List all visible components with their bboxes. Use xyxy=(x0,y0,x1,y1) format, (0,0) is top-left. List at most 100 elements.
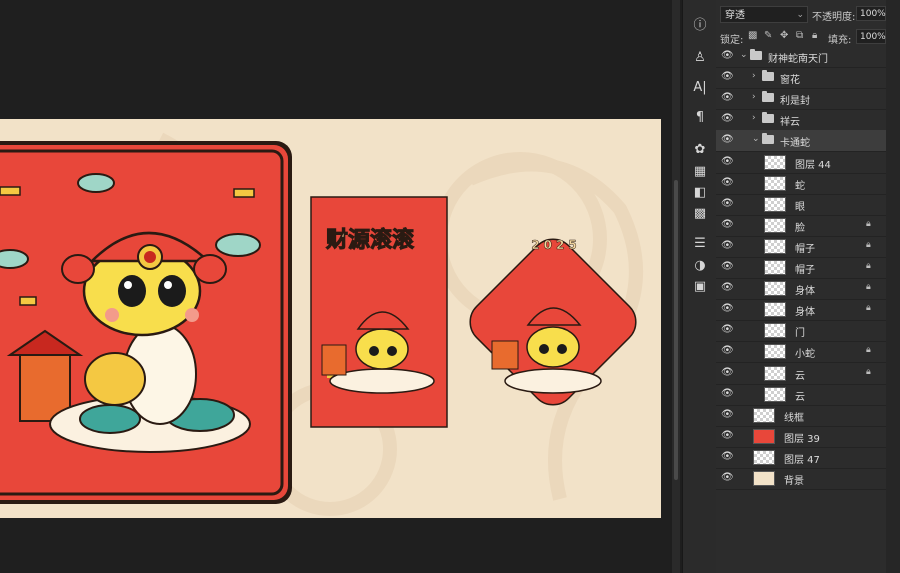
large-card xyxy=(0,141,292,504)
lock-icon: 🔒︎ xyxy=(866,345,871,356)
visibility-eye-icon[interactable]: 👁︎ xyxy=(721,388,734,399)
visibility-eye-icon[interactable]: 👁︎ xyxy=(721,93,734,103)
layer-name: 窗花 xyxy=(780,75,800,87)
info-icon[interactable]: ⓘ xyxy=(689,16,711,36)
layer-thumbnail xyxy=(764,217,786,233)
blend-mode-value: 穿透 xyxy=(725,10,745,21)
layer-row[interactable]: 👁︎ 小蛇 🔒︎ xyxy=(716,341,886,364)
layer-row[interactable]: 👁︎ 脸 🔒︎ xyxy=(716,215,886,237)
visibility-eye-icon[interactable]: 👁︎ xyxy=(721,430,734,441)
chevron-right-icon[interactable]: › xyxy=(752,71,756,81)
layer-group-row[interactable]: 👁︎ › 祥云 xyxy=(716,109,886,132)
layer-name: 身体 xyxy=(795,307,815,319)
lock-move-icon[interactable]: ✥ xyxy=(780,30,788,41)
layer-name: 帽子 xyxy=(795,243,815,255)
layer-row[interactable]: 👁︎ 云 xyxy=(716,384,886,406)
layer-thumbnail xyxy=(764,260,786,275)
layer-thumbnail xyxy=(764,323,786,339)
paragraph-icon[interactable]: ¶ xyxy=(689,108,711,128)
visibility-eye-icon[interactable]: 👁︎ xyxy=(721,72,734,82)
layer-comp-icon[interactable]: ◑ xyxy=(689,256,711,276)
chevron-right-icon[interactable]: › xyxy=(752,92,756,102)
layer-row[interactable]: 👁︎ 门 xyxy=(716,320,886,343)
layer-name: 线框 xyxy=(784,412,804,424)
visibility-eye-icon[interactable]: 👁︎ xyxy=(721,177,734,188)
scrollbar-thumb[interactable] xyxy=(674,180,678,480)
layer-row[interactable]: 👁︎ 背景 xyxy=(716,468,886,490)
visibility-eye-icon[interactable]: 👁︎ xyxy=(721,262,734,272)
visibility-eye-icon[interactable]: 👁︎ xyxy=(721,346,734,356)
lock-icon: 🔒︎ xyxy=(866,366,871,377)
visibility-eye-icon[interactable]: 👁︎ xyxy=(721,325,734,335)
layer-row[interactable]: 👁︎ 帽子 🔒︎ xyxy=(716,236,886,258)
layer-name: 门 xyxy=(795,328,805,340)
folder-icon xyxy=(762,112,774,124)
clone-source-icon[interactable]: ▣ xyxy=(689,277,711,297)
layer-thumbnail xyxy=(764,154,786,170)
visibility-eye-icon[interactable]: 👁︎ xyxy=(721,409,734,420)
table-icon[interactable]: ▦ xyxy=(689,162,711,182)
layer-row[interactable]: 👁︎ 身体 🔒︎ xyxy=(716,278,886,301)
lock-paint-icon[interactable]: ✎ xyxy=(764,30,772,41)
layer-row[interactable]: 👁︎ 帽子 🔒︎ xyxy=(716,257,886,279)
panel-tool-strip: ⓘ ♙ A| ¶ ✿ ▦ ◧ ▩ ☰ ◑ ▣ xyxy=(682,0,717,573)
panel-edge xyxy=(886,0,900,573)
layer-row[interactable]: 👁︎ 云 🔒︎ xyxy=(716,363,886,385)
chevron-right-icon[interactable]: › xyxy=(752,113,756,123)
adjustments-icon[interactable]: ☰ xyxy=(689,234,711,254)
visibility-eye-icon[interactable]: 👁︎ xyxy=(721,304,734,314)
layer-name: 背景 xyxy=(784,476,804,487)
layer-group-row[interactable]: 👁︎ ⌄ 卡通蛇 xyxy=(716,130,886,153)
visibility-eye-icon[interactable]: 👁︎ xyxy=(721,51,734,61)
layer-row[interactable]: 👁︎ 身体 🔒︎ xyxy=(716,299,886,322)
layer-thumbnail xyxy=(764,196,786,212)
layer-row[interactable]: 👁︎ 蛇 xyxy=(716,173,886,195)
visibility-eye-icon[interactable]: 👁︎ xyxy=(721,240,734,251)
visibility-eye-icon[interactable]: 👁︎ xyxy=(721,198,734,209)
visibility-eye-icon[interactable]: 👁︎ xyxy=(721,156,734,167)
lock-icon: 🔒︎ xyxy=(866,239,871,250)
blend-mode-select[interactable]: 穿透 ⌄ xyxy=(720,6,808,23)
lock-artboard-icon[interactable]: ⧉ xyxy=(796,30,803,41)
gradient-icon[interactable]: ◧ xyxy=(689,183,711,203)
visibility-eye-icon[interactable]: 👁︎ xyxy=(721,219,734,230)
lock-all-icon[interactable]: 🔒︎ xyxy=(812,30,817,41)
chevron-down-icon[interactable]: ⌄ xyxy=(740,50,748,60)
layer-thumbnail xyxy=(753,449,775,465)
visibility-eye-icon[interactable]: 👁︎ xyxy=(721,283,734,293)
layer-thumbnail xyxy=(764,238,786,254)
visibility-eye-icon[interactable]: 👁︎ xyxy=(721,114,734,124)
pattern-icon[interactable]: ▩ xyxy=(689,204,711,224)
layer-group-row[interactable]: 👁︎ ⌄ 财神蛇南天门 xyxy=(716,46,886,68)
fill-field[interactable]: 100% xyxy=(856,29,886,44)
layer-name: 图层 39 xyxy=(784,433,820,445)
visibility-eye-icon[interactable]: 👁︎ xyxy=(721,135,734,145)
chevron-down-icon[interactable]: ⌄ xyxy=(752,134,760,144)
layer-thumbnail xyxy=(764,175,786,191)
layer-row[interactable]: 👁︎ 图层 47 xyxy=(716,447,886,469)
folder-icon xyxy=(762,70,774,82)
badge-year: 2025 xyxy=(531,238,580,252)
character-icon[interactable]: A| xyxy=(689,78,711,98)
visibility-eye-icon[interactable]: 👁︎ xyxy=(721,473,734,483)
swatches-icon[interactable]: ✿ xyxy=(689,140,711,160)
layer-name: 眼 xyxy=(795,201,805,213)
layer-group-row[interactable]: 👁︎ › 窗花 xyxy=(716,67,886,90)
layer-row[interactable]: 👁︎ 图层 44 xyxy=(716,152,886,174)
layers-panel: 穿透 ⌄ 不透明度: 100% 锁定: ▩ ✎ ✥ ⧉ 🔒︎ 填充: 100% … xyxy=(716,0,900,573)
layer-row[interactable]: 👁︎ 线框 xyxy=(716,405,886,427)
document-canvas[interactable]: 财源滚滚 2025 xyxy=(0,119,661,518)
3d-icon[interactable]: ♙ xyxy=(689,48,711,68)
opacity-field[interactable]: 100% xyxy=(856,6,886,21)
layer-row[interactable]: 👁︎ 图层 39 xyxy=(716,426,886,448)
layer-row[interactable]: 👁︎ 眼 xyxy=(716,194,886,216)
lock-icon: 🔒︎ xyxy=(866,303,871,314)
visibility-eye-icon[interactable]: 👁︎ xyxy=(721,367,734,378)
layer-name: 云 xyxy=(795,391,805,403)
layer-group-row[interactable]: 👁︎ › 利是封 xyxy=(716,88,886,111)
layer-thumbnail xyxy=(764,386,786,402)
layer-name: 财神蛇南天门 xyxy=(768,54,828,65)
layer-thumbnail xyxy=(753,407,775,423)
visibility-eye-icon[interactable]: 👁︎ xyxy=(721,451,734,462)
lock-transparent-icon[interactable]: ▩ xyxy=(748,30,757,41)
